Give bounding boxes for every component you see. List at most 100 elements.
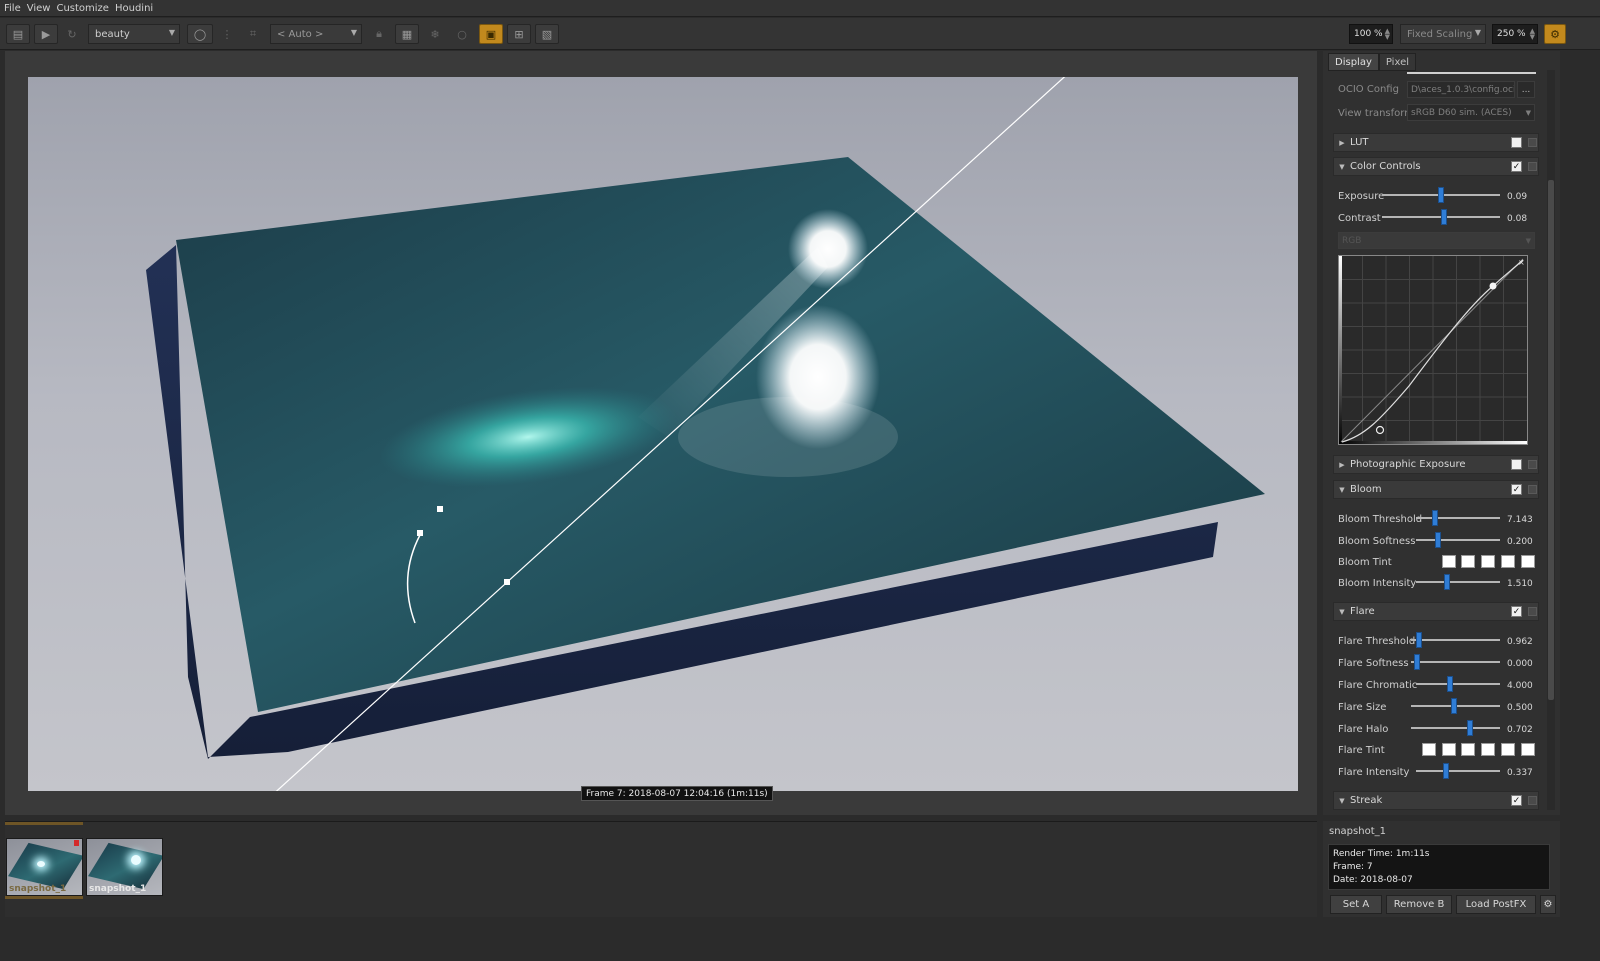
streak-checkbox[interactable] (1511, 795, 1522, 806)
section-streak[interactable]: ▼ Streak (1333, 791, 1539, 810)
bloom-threshold-slider[interactable] (1416, 510, 1500, 526)
photographic-options-icon[interactable] (1528, 460, 1537, 469)
crop-icon[interactable]: ⌗ (242, 24, 264, 44)
channel-select[interactable]: RGB ▼ (1338, 232, 1535, 249)
flare-halo-value[interactable]: 0.702 (1507, 725, 1533, 735)
ocio-config-input[interactable]: D\aces_1.0.3\config.ocio (1407, 81, 1515, 98)
bloom-tint-swatch[interactable] (1481, 555, 1495, 568)
bloom-intensity-value[interactable]: 1.510 (1507, 579, 1533, 589)
render-play-icon[interactable]: ▶ (34, 24, 58, 44)
flare-chromatic-value[interactable]: 4.000 (1507, 681, 1533, 691)
flare-softness-slider[interactable] (1411, 654, 1500, 670)
bloom-threshold-value[interactable]: 7.143 (1507, 515, 1533, 525)
bloom-softness-value[interactable]: 0.200 (1507, 537, 1533, 547)
flare-tint-swatch[interactable] (1442, 743, 1456, 756)
slider-knob[interactable] (1444, 574, 1450, 590)
section-color-controls[interactable]: ▼ Color Controls (1333, 157, 1539, 176)
flare-tint-swatch[interactable] (1521, 743, 1535, 756)
slider-knob[interactable] (1441, 209, 1447, 225)
snowflake-icon[interactable]: ❄ (424, 24, 446, 44)
streak-options-icon[interactable] (1528, 796, 1537, 805)
scaling-select[interactable]: Fixed Scaling ▼ (1400, 24, 1486, 44)
flare-size-slider[interactable] (1411, 698, 1500, 714)
image-icon[interactable]: ▧ (535, 24, 559, 44)
circle-select-icon[interactable]: ○ (450, 24, 474, 44)
panel-scrollbar[interactable] (1547, 70, 1555, 810)
tone-curve-editor[interactable]: × (1338, 255, 1528, 445)
lock-icon[interactable]: 🔒︎ (368, 24, 390, 44)
slider-knob[interactable] (1414, 654, 1420, 670)
gear-icon[interactable]: ⚙ (1540, 895, 1556, 914)
compare-icon[interactable]: ▣ (479, 24, 503, 44)
flare-chromatic-slider[interactable] (1416, 676, 1500, 692)
set-a-button[interactable]: Set A (1330, 895, 1382, 914)
lut-checkbox[interactable] (1511, 137, 1522, 148)
lut-options-icon[interactable] (1528, 138, 1537, 147)
spinner-icon[interactable]: ▲ ▼ (1530, 28, 1535, 41)
scrollbar-thumb[interactable] (1548, 180, 1554, 700)
slider-knob[interactable] (1432, 510, 1438, 526)
slider-knob[interactable] (1451, 698, 1457, 714)
flare-halo-slider[interactable] (1411, 720, 1500, 736)
refresh-icon[interactable]: ↻ (62, 24, 82, 44)
bloom-checkbox[interactable] (1511, 484, 1522, 495)
pass-select[interactable]: beauty ▼ (88, 24, 180, 44)
section-flare[interactable]: ▼ Flare (1333, 602, 1539, 621)
grid-dots-icon[interactable]: ⋮ (217, 24, 237, 44)
delete-marker-icon[interactable] (74, 840, 79, 846)
flare-size-value[interactable]: 0.500 (1507, 703, 1533, 713)
exposure-value[interactable]: 0.09 (1507, 192, 1527, 202)
exposure-slider[interactable] (1382, 187, 1500, 203)
section-bloom[interactable]: ▼ Bloom (1333, 480, 1539, 499)
section-photographic-exposure[interactable]: ▶ Photographic Exposure (1333, 455, 1539, 474)
region-select-icon[interactable]: ◯ (187, 24, 213, 44)
ocio-browse-button[interactable]: ... (1517, 81, 1535, 98)
view-transform-select[interactable]: sRGB D60 sim. (ACES) ▼ (1407, 104, 1535, 121)
load-postfx-button[interactable]: Load PostFX (1456, 895, 1536, 914)
slider-knob[interactable] (1438, 187, 1444, 203)
slider-knob[interactable] (1447, 676, 1453, 692)
contrast-slider[interactable] (1382, 209, 1500, 225)
contrast-value[interactable]: 0.08 (1507, 214, 1527, 224)
flare-intensity-value[interactable]: 0.337 (1507, 768, 1533, 778)
menu-houdini[interactable]: Houdini (115, 3, 153, 14)
bloom-tint-swatch[interactable] (1461, 555, 1475, 568)
flare-tint-swatch[interactable] (1501, 743, 1515, 756)
menu-file[interactable]: File (4, 3, 21, 14)
flare-tint-swatch[interactable] (1461, 743, 1475, 756)
remove-b-button[interactable]: Remove B (1386, 895, 1452, 914)
flare-intensity-slider[interactable] (1416, 763, 1500, 779)
bloom-options-icon[interactable] (1528, 485, 1537, 494)
flare-tint-swatch[interactable] (1481, 743, 1495, 756)
color-controls-options-icon[interactable] (1528, 162, 1537, 171)
clapper-icon[interactable]: ▤ (6, 24, 30, 44)
flare-threshold-slider[interactable] (1411, 632, 1500, 648)
bloom-tint-swatch[interactable] (1442, 555, 1456, 568)
menu-view[interactable]: View (27, 3, 51, 14)
bloom-softness-slider[interactable] (1416, 532, 1500, 548)
section-lut[interactable]: ▶ LUT (1333, 133, 1539, 152)
color-controls-checkbox[interactable] (1511, 161, 1522, 172)
menu-customize[interactable]: Customize (56, 3, 109, 14)
bloom-tint-swatch[interactable] (1521, 555, 1535, 568)
flare-options-icon[interactable] (1528, 607, 1537, 616)
slider-knob[interactable] (1416, 632, 1422, 648)
flare-checkbox[interactable] (1511, 606, 1522, 617)
spinner-icon[interactable]: ▲ ▼ (1385, 28, 1390, 41)
gear-icon[interactable]: ⚙ (1544, 24, 1566, 44)
render-viewport[interactable] (5, 51, 1317, 815)
flare-threshold-value[interactable]: 0.962 (1507, 637, 1533, 647)
grid-icon[interactable]: ▦ (395, 24, 419, 44)
zoom2-field[interactable]: 250 % ▲ ▼ (1492, 24, 1538, 44)
bloom-tint-swatch[interactable] (1501, 555, 1515, 568)
tab-display[interactable]: Display (1328, 53, 1379, 71)
tab-pixel[interactable]: Pixel (1378, 53, 1417, 71)
bloom-intensity-slider[interactable] (1416, 574, 1500, 590)
slider-knob[interactable] (1435, 532, 1441, 548)
slider-knob[interactable] (1467, 720, 1473, 736)
add-snapshot-icon[interactable]: ⊞ (507, 24, 531, 44)
lut-mode-select[interactable]: < Auto > ▼ (270, 24, 362, 44)
photographic-checkbox[interactable] (1511, 459, 1522, 470)
zoom-field[interactable]: 100 % ▲ ▼ (1349, 24, 1393, 44)
flare-softness-value[interactable]: 0.000 (1507, 659, 1533, 669)
